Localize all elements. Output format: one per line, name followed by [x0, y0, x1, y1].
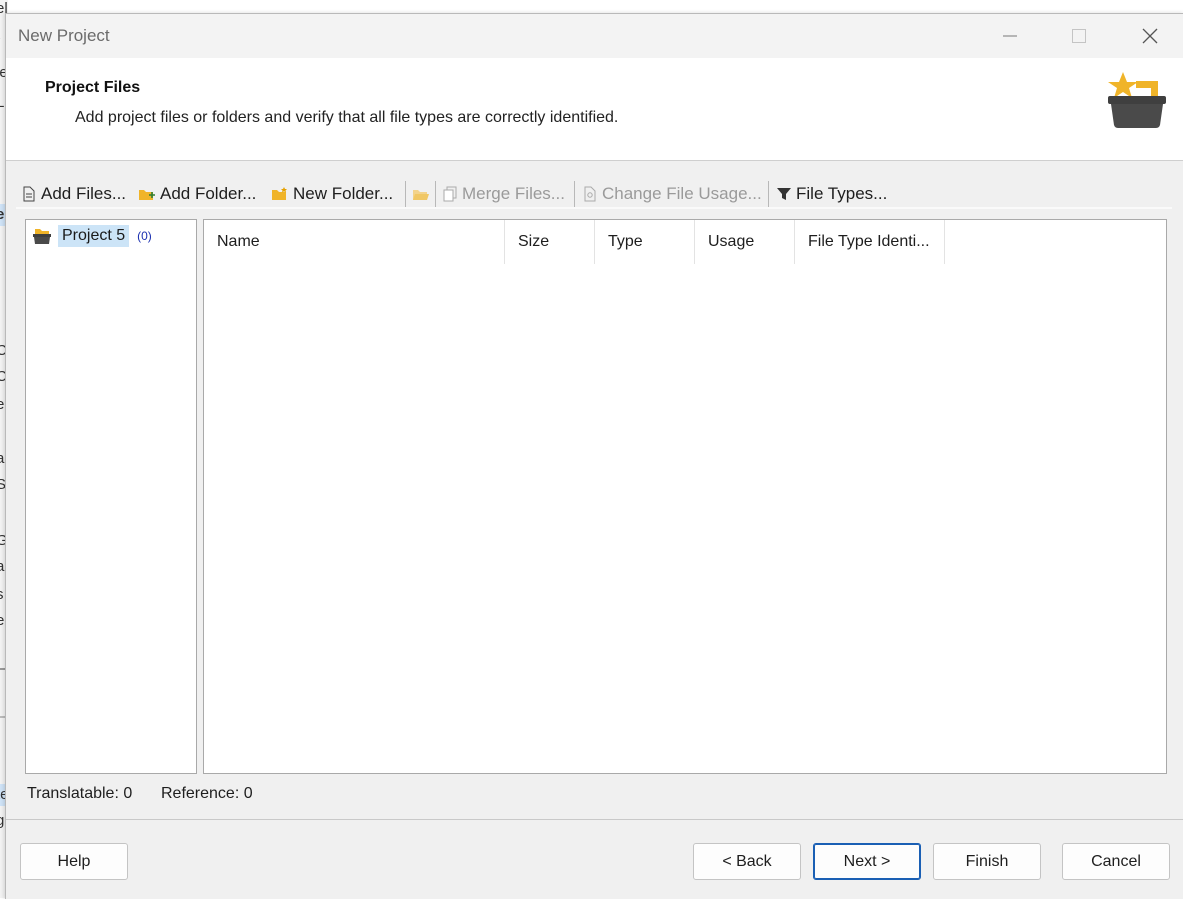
new-folder-label: New Folder...: [293, 184, 393, 204]
column-header-usage[interactable]: Usage: [695, 220, 795, 264]
page-description: Add project files or folders and verify …: [75, 109, 618, 127]
filter-icon: [776, 186, 792, 202]
reference-count: Reference: 0: [161, 785, 253, 803]
help-button[interactable]: Help: [20, 843, 128, 880]
project-file-count: (0): [137, 229, 152, 243]
toolbar-separator: [574, 181, 575, 207]
add-folder-button[interactable]: Add Folder...: [138, 183, 256, 205]
toolbar-separator: [405, 181, 406, 207]
translatable-count: Translatable: 0: [27, 785, 132, 803]
change-file-usage-icon: [582, 186, 598, 202]
merge-files-button[interactable]: Merge Files...: [442, 183, 565, 205]
file-types-button[interactable]: File Types...: [776, 183, 887, 205]
maximize-icon: [1071, 28, 1087, 44]
toolbar-separator: [435, 181, 436, 207]
maximize-button[interactable]: [1057, 20, 1101, 52]
finish-button[interactable]: Finish: [933, 843, 1041, 880]
cancel-button[interactable]: Cancel: [1062, 843, 1170, 880]
add-file-icon: [21, 186, 37, 202]
toolbar: Add Files... Add Folder... New Folder...…: [16, 177, 1172, 211]
bg-text-fragment: s: [0, 586, 4, 603]
project-basket-star-icon: [1106, 70, 1168, 132]
close-button[interactable]: [1128, 20, 1172, 52]
column-header-type[interactable]: Type: [595, 220, 695, 264]
file-types-label: File Types...: [796, 184, 887, 204]
add-files-label: Add Files...: [41, 184, 126, 204]
wizard-header: Project Files Add project files or folde…: [6, 58, 1183, 161]
column-header-name[interactable]: Name: [204, 220, 505, 264]
new-folder-button[interactable]: New Folder...: [271, 183, 393, 205]
add-folder-label: Add Folder...: [160, 184, 256, 204]
file-list[interactable]: Name Size Type Usage File Type Identi...: [203, 219, 1167, 774]
back-button[interactable]: < Back: [693, 843, 801, 880]
minimize-icon: [1002, 28, 1018, 44]
change-file-usage-label: Change File Usage...: [602, 184, 762, 204]
minimize-button[interactable]: [988, 20, 1032, 52]
toolbar-separator: [768, 181, 769, 207]
project-basket-icon: [32, 227, 52, 245]
column-header-file-type-identifier[interactable]: File Type Identi...: [795, 220, 945, 264]
merge-files-label: Merge Files...: [462, 184, 565, 204]
column-header-size[interactable]: Size: [505, 220, 595, 264]
open-folder-button[interactable]: [412, 183, 434, 205]
title-bar[interactable]: New Project: [6, 14, 1183, 58]
bg-text-fragment: e: [0, 612, 4, 629]
change-file-usage-button[interactable]: Change File Usage...: [582, 183, 762, 205]
add-folder-icon: [138, 186, 156, 202]
new-project-dialog: New Project Project Files Add project fi…: [5, 13, 1183, 899]
close-icon: [1141, 27, 1159, 45]
project-tree[interactable]: Project 5 (0): [25, 219, 197, 774]
add-files-button[interactable]: Add Files...: [21, 183, 126, 205]
tree-item-project[interactable]: Project 5 (0): [32, 224, 152, 248]
bg-text-fragment: g: [0, 812, 4, 829]
next-button[interactable]: Next >: [813, 843, 921, 880]
new-folder-icon: [271, 186, 289, 202]
toolbar-divider: [16, 207, 1172, 209]
merge-files-icon: [442, 186, 458, 202]
project-name: Project 5: [58, 225, 129, 247]
open-folder-icon: [412, 186, 430, 202]
page-title: Project Files: [45, 79, 140, 97]
window-title: New Project: [18, 26, 110, 46]
